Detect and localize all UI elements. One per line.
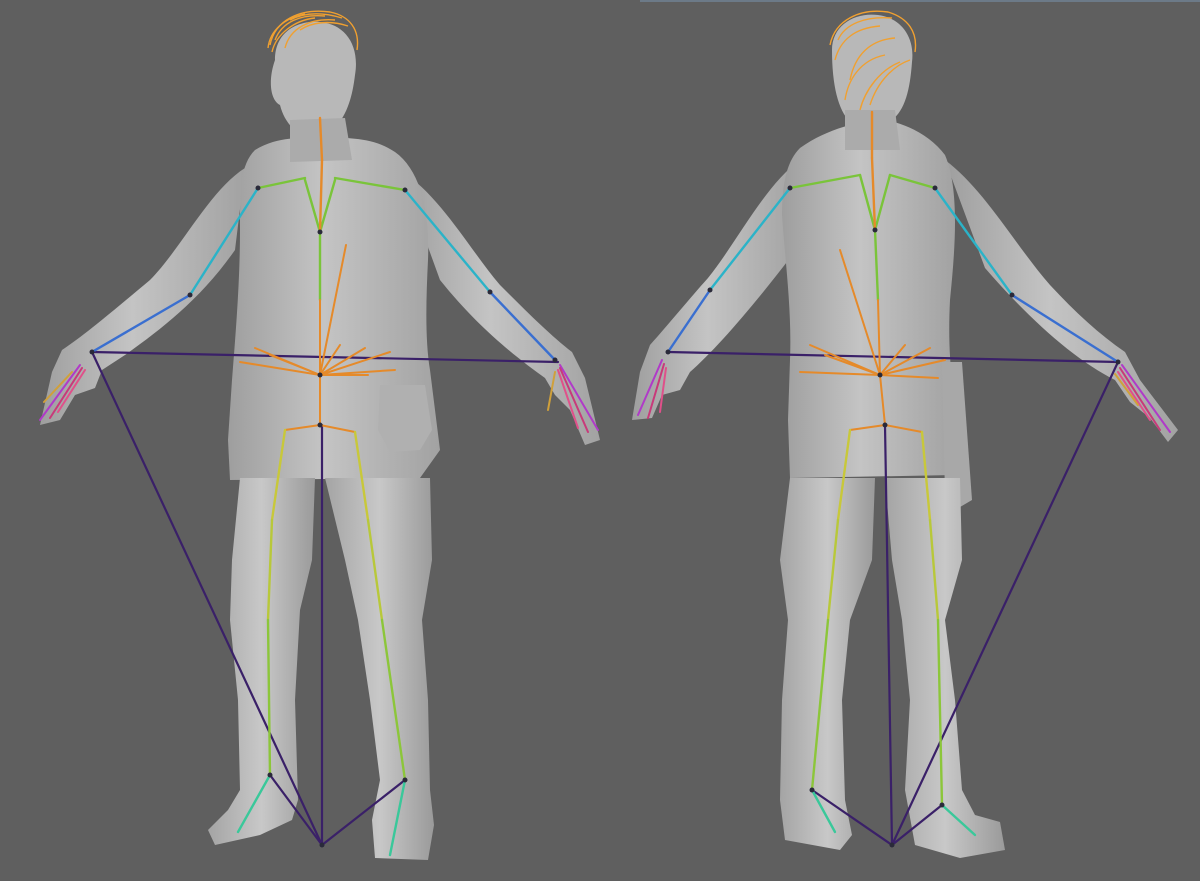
scene-canvas[interactable] [0,0,1200,881]
back-left-leg[interactable] [780,478,875,850]
back-right-arm[interactable] [945,160,1178,442]
back-left-arm[interactable] [632,160,800,420]
front-skeleton[interactable] [39,116,599,857]
front-right-leg[interactable] [325,478,434,860]
3d-viewport[interactable] [0,0,1200,881]
back-torso[interactable] [782,118,955,478]
front-pouch[interactable] [378,385,432,452]
back-view-model[interactable] [632,10,1178,858]
back-right-leg[interactable] [885,478,1005,858]
